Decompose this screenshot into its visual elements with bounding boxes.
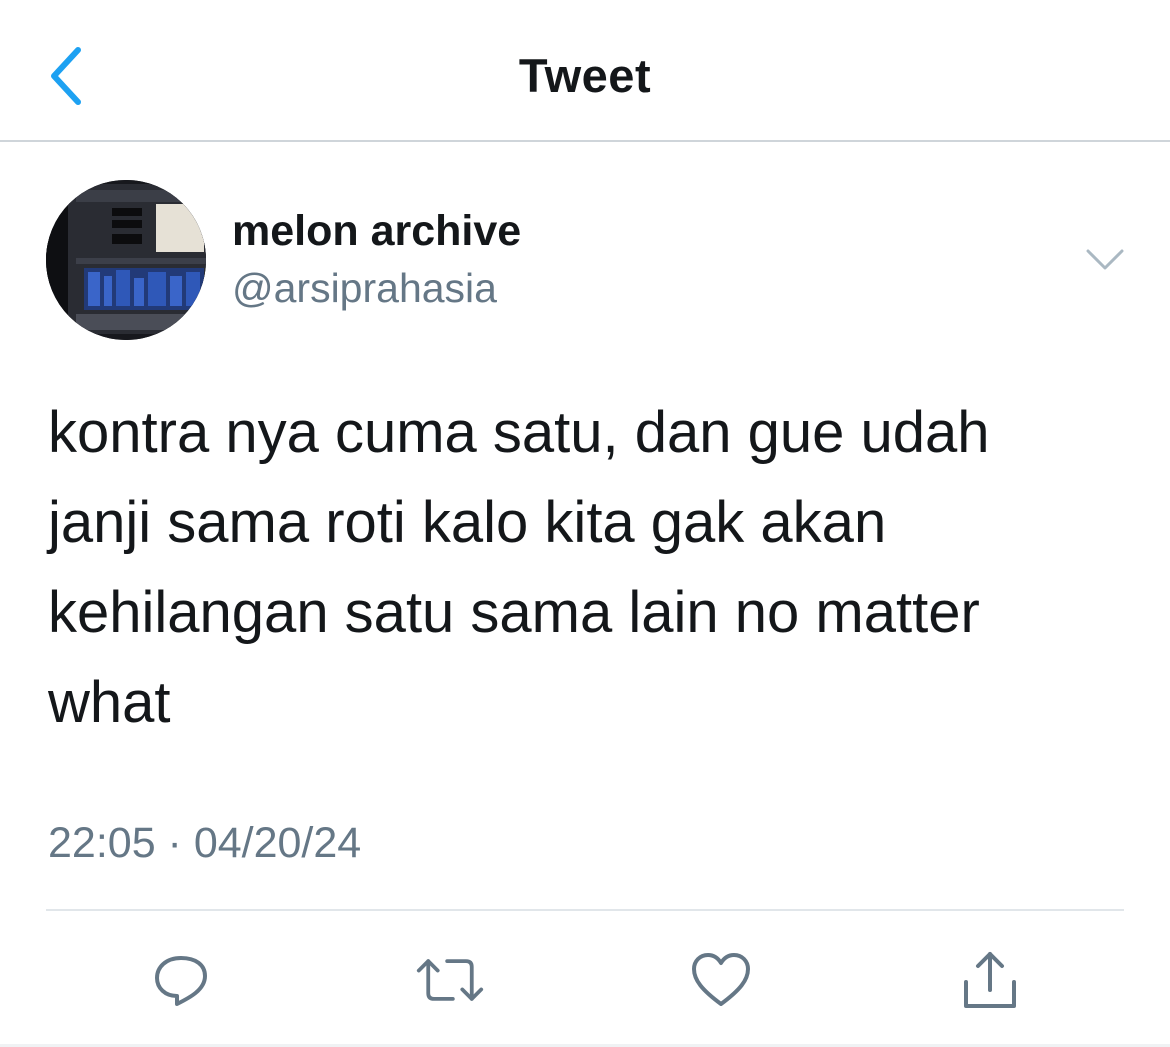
tweet-actions (0, 940, 1170, 1020)
page-title: Tweet (518, 49, 652, 102)
share-button[interactable] (955, 940, 1025, 1020)
tweet-text: kontra nya cuma satu, dan gue udah janji… (48, 400, 990, 735)
nav-header: Tweet (0, 0, 1170, 142)
share-icon (964, 952, 1016, 1008)
like-icon (692, 953, 750, 1006)
avatar-image (46, 180, 206, 340)
author-handle[interactable]: @arsiprahasia (232, 265, 497, 312)
tweet-timestamp[interactable]: 22:05 · 04/20/24 (48, 819, 361, 868)
reply-button[interactable] (146, 940, 216, 1020)
retweet-icon (416, 959, 484, 1001)
divider (46, 909, 1124, 911)
like-button[interactable] (686, 940, 756, 1020)
reply-icon (155, 956, 207, 1006)
chevron-down-icon (1086, 249, 1124, 270)
author-display-name[interactable]: melon archive (232, 207, 521, 256)
avatar[interactable] (46, 180, 206, 340)
retweet-button[interactable] (415, 940, 485, 1020)
more-options-button[interactable] (1080, 240, 1130, 280)
